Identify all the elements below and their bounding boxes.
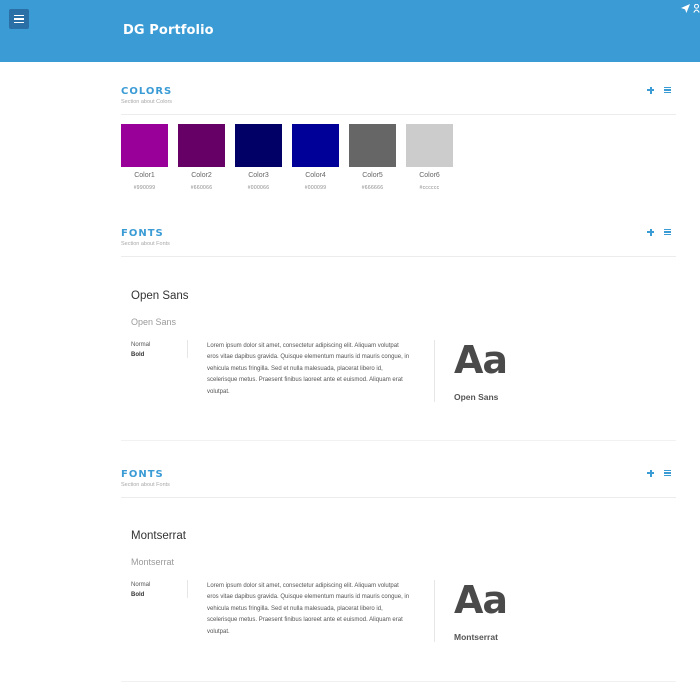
divider <box>121 681 676 682</box>
font-weights: Normal Bold <box>131 580 150 600</box>
swatch-name: Color1 <box>134 172 155 179</box>
list-icon[interactable] <box>664 228 672 236</box>
color-swatches: Color1 #990099 Color2 #660066 Color3 #00… <box>121 124 453 191</box>
font-weights: Normal Bold <box>131 340 150 360</box>
color-swatch[interactable]: Color5 #666666 <box>349 124 396 191</box>
user-icon[interactable] <box>693 4 700 13</box>
add-icon[interactable] <box>647 228 655 236</box>
divider <box>121 256 676 257</box>
swatch-hex: #000099 <box>304 185 327 191</box>
swatch-box <box>349 124 396 167</box>
font-subtitle: Open Sans <box>131 317 177 327</box>
swatch-hex: #660066 <box>190 185 213 191</box>
swatch-hex: #990099 <box>133 185 156 191</box>
weight-bold: Bold <box>131 352 145 358</box>
font-sample-text: Lorem ipsum dolor sit amet, consectetur … <box>207 343 410 395</box>
color-swatch[interactable]: Color1 #990099 <box>121 124 168 191</box>
top-navbar: DG Portfolio <box>0 0 700 62</box>
divider <box>121 497 676 498</box>
swatch-hex: #666666 <box>361 185 384 191</box>
send-icon[interactable] <box>681 4 690 13</box>
section-subtitle: Section about Fonts <box>121 241 170 247</box>
font-card: Open Sans Open Sans Normal Bold Lorem ip… <box>121 290 676 440</box>
swatch-name: Color6 <box>419 172 440 179</box>
section-title: FONTS <box>121 469 164 480</box>
top-right-icons <box>681 4 700 13</box>
weight-normal: Normal <box>131 342 151 348</box>
swatch-name: Color5 <box>362 172 383 179</box>
brand-title[interactable]: DG Portfolio <box>123 23 214 38</box>
list-icon[interactable] <box>664 86 672 94</box>
list-icon[interactable] <box>664 469 672 477</box>
hamburger-icon[interactable] <box>9 9 29 29</box>
font-name: Montserrat <box>131 530 186 542</box>
divider <box>121 440 676 441</box>
swatch-box <box>292 124 339 167</box>
color-swatch[interactable]: Color6 #cccccc <box>406 124 453 191</box>
swatch-name: Color2 <box>191 172 212 179</box>
font-specimen: Aa <box>454 578 508 622</box>
color-swatch[interactable]: Color2 #660066 <box>178 124 225 191</box>
add-icon[interactable] <box>647 469 655 477</box>
swatch-hex: #cccccc <box>419 185 440 191</box>
color-swatch[interactable]: Color4 #000099 <box>292 124 339 191</box>
swatch-hex: #000066 <box>247 185 270 191</box>
font-card: Montserrat Montserrat Normal Bold Lorem … <box>121 530 676 680</box>
font-name: Open Sans <box>131 290 189 302</box>
divider <box>434 580 435 642</box>
section-subtitle: Section about Colors <box>121 99 173 105</box>
weight-normal: Normal <box>131 582 151 588</box>
font-specimen-name: Open Sans <box>454 392 499 402</box>
divider <box>187 580 188 598</box>
weight-bold: Bold <box>131 592 145 598</box>
section-title: COLORS <box>121 86 173 97</box>
font-sample-text: Lorem ipsum dolor sit amet, consectetur … <box>207 583 410 635</box>
font-specimen-name: Montserrat <box>454 632 498 642</box>
font-specimen: Aa <box>454 338 508 382</box>
section-subtitle: Section about Fonts <box>121 482 170 488</box>
section-title: FONTS <box>121 228 164 239</box>
swatch-box <box>406 124 453 167</box>
fonts-section-header: FONTS Section about Fonts <box>121 469 676 488</box>
swatch-box <box>121 124 168 167</box>
divider <box>434 340 435 402</box>
fonts-section-header: FONTS Section about Fonts <box>121 228 676 247</box>
colors-section-header: COLORS Section about Colors <box>121 86 676 105</box>
swatch-box <box>178 124 225 167</box>
swatch-name: Color4 <box>305 172 326 179</box>
swatch-box <box>235 124 282 167</box>
color-swatch[interactable]: Color3 #000066 <box>235 124 282 191</box>
add-icon[interactable] <box>647 86 655 94</box>
divider <box>121 114 676 115</box>
font-subtitle: Montserrat <box>131 557 175 567</box>
swatch-name: Color3 <box>248 172 269 179</box>
divider <box>187 340 188 358</box>
